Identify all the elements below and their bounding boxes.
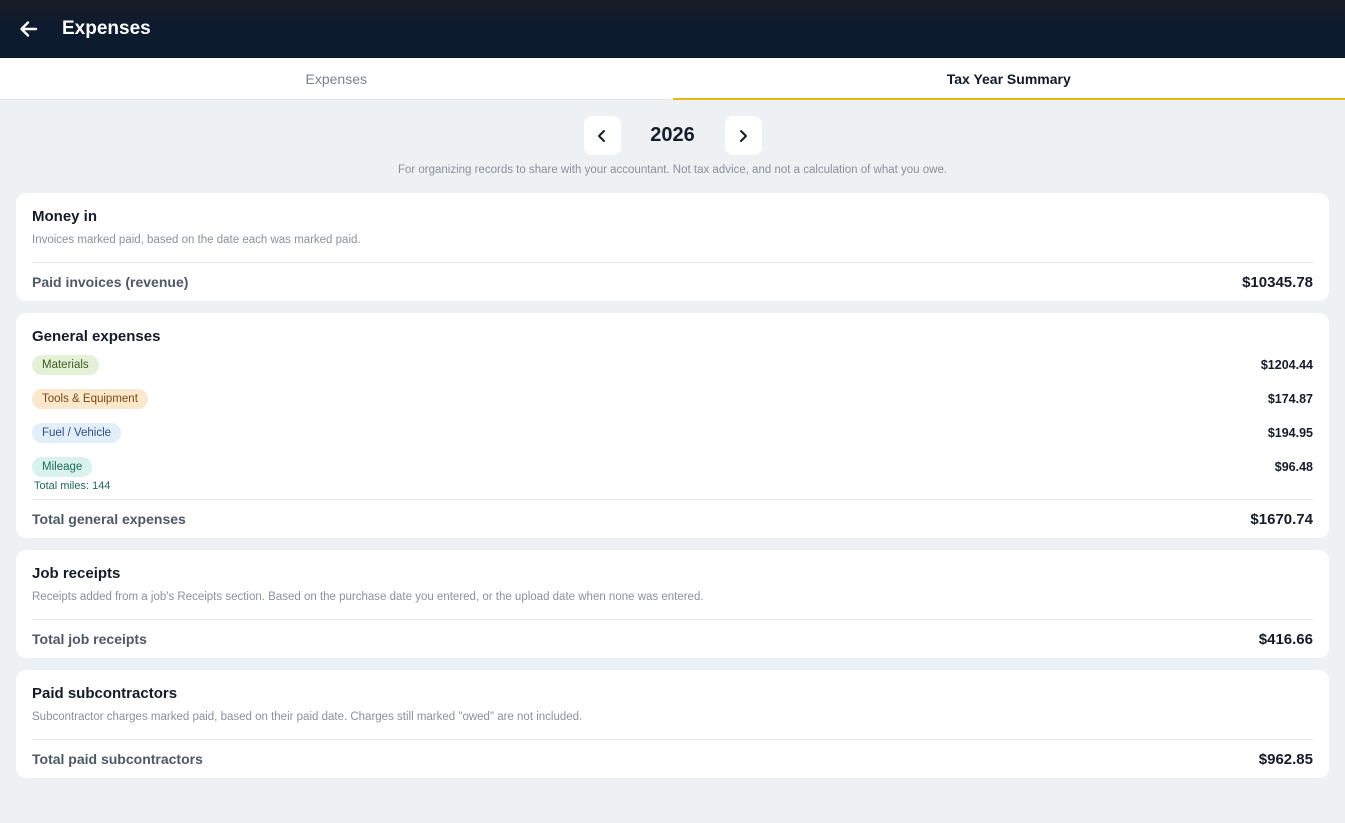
subcontractors-total-label: Total paid subcontractors bbox=[32, 751, 203, 767]
general-expenses-total-label: Total general expenses bbox=[32, 511, 186, 527]
category-pill-tools: Tools & Equipment bbox=[32, 389, 148, 409]
category-row-materials: Materials $1204.44 bbox=[32, 354, 1313, 376]
back-button[interactable] bbox=[18, 18, 40, 40]
money-in-total-row: Paid invoices (revenue) $10345.78 bbox=[32, 263, 1313, 301]
category-row-fuel: Fuel / Vehicle $194.95 bbox=[32, 422, 1313, 444]
money-in-card: Money in Invoices marked paid, based on … bbox=[16, 193, 1329, 301]
chevron-left-icon bbox=[598, 129, 605, 142]
job-receipts-total-value: $416.66 bbox=[1258, 630, 1313, 648]
job-receipts-total-row: Total job receipts $416.66 bbox=[32, 620, 1313, 658]
job-receipts-total-label: Total job receipts bbox=[32, 631, 147, 647]
job-receipts-card: Job receipts Receipts added from a job's… bbox=[16, 550, 1329, 658]
category-row-mileage: Mileage $96.48 bbox=[32, 456, 1313, 478]
disclaimer-text: For organizing records to share with you… bbox=[397, 164, 948, 176]
general-expenses-title: General expenses bbox=[32, 328, 161, 345]
category-list: Materials $1204.44 Tools & Equipment $17… bbox=[32, 354, 1313, 492]
category-pill-mileage: Mileage bbox=[32, 457, 93, 477]
chevron-right-icon bbox=[740, 129, 747, 142]
category-value: $194.95 bbox=[1267, 426, 1313, 440]
previous-year-button[interactable] bbox=[583, 116, 621, 155]
subcontractors-total-row: Total paid subcontractors $962.85 bbox=[32, 740, 1313, 778]
category-pill-materials: Materials bbox=[32, 355, 99, 375]
general-expenses-total-value: $1670.74 bbox=[1250, 510, 1313, 528]
next-year-button[interactable] bbox=[724, 116, 762, 155]
arrow-left-icon bbox=[20, 21, 38, 37]
total-miles-note: Total miles: 144 bbox=[34, 480, 111, 492]
category-value: $96.48 bbox=[1274, 460, 1313, 474]
job-receipts-description: Receipts added from a job's Receipts sec… bbox=[32, 591, 704, 603]
category-row-tools: Tools & Equipment $174.87 bbox=[32, 388, 1313, 410]
page-title: Expenses bbox=[62, 18, 151, 39]
tab-tax-year-summary[interactable]: Tax Year Summary bbox=[672, 58, 1345, 100]
tab-bar: Expenses Tax Year Summary bbox=[0, 58, 1345, 100]
job-receipts-title: Job receipts bbox=[32, 565, 121, 582]
general-expenses-total-row: Total general expenses $1670.74 bbox=[32, 500, 1313, 538]
general-expenses-card: General expenses Materials $1204.44 Tool… bbox=[16, 313, 1329, 538]
category-pill-fuel: Fuel / Vehicle bbox=[32, 423, 122, 443]
tab-expenses[interactable]: Expenses bbox=[0, 58, 673, 99]
category-value: $1204.44 bbox=[1260, 358, 1313, 372]
money-in-description: Invoices marked paid, based on the date … bbox=[32, 234, 361, 246]
subcontractors-total-value: $962.85 bbox=[1258, 750, 1313, 768]
year-label: 2026 bbox=[650, 124, 695, 146]
subcontractors-title: Paid subcontractors bbox=[32, 685, 178, 702]
category-value: $174.87 bbox=[1267, 392, 1313, 406]
money-in-title: Money in bbox=[32, 208, 98, 225]
paid-invoices-label: Paid invoices (revenue) bbox=[32, 274, 189, 290]
top-bar: Expenses bbox=[0, 0, 1345, 58]
paid-invoices-value: $10345.78 bbox=[1242, 273, 1313, 291]
year-selector: 2026 bbox=[0, 116, 1345, 155]
subcontractors-card: Paid subcontractors Subcontractor charge… bbox=[16, 670, 1329, 778]
subcontractors-description: Subcontractor charges marked paid, based… bbox=[32, 711, 583, 723]
